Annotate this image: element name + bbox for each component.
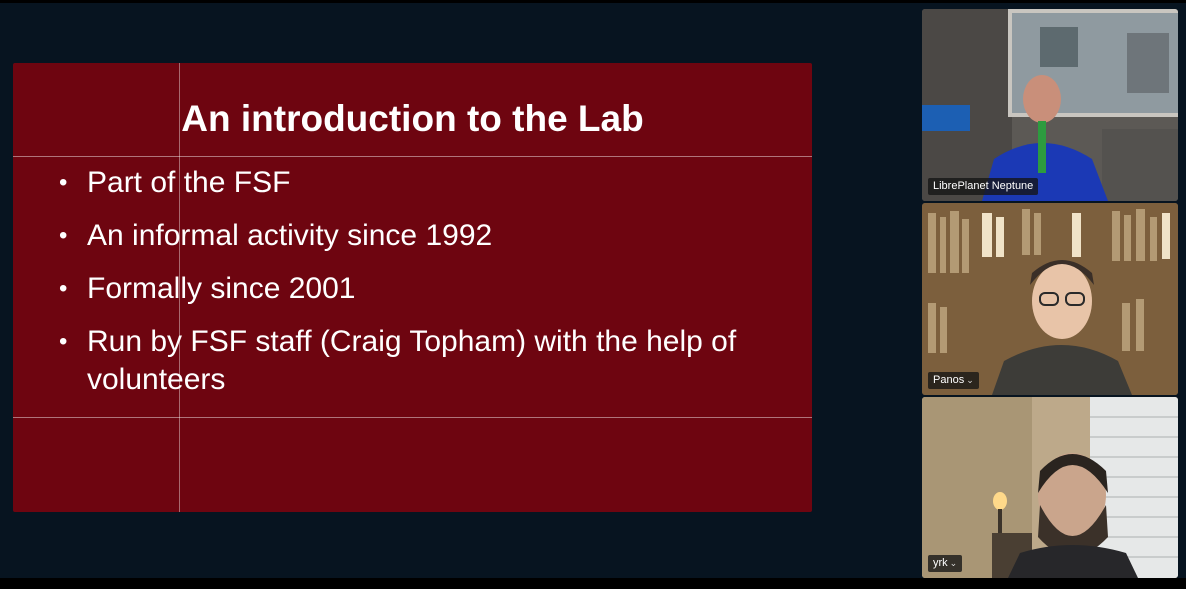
participant-video — [922, 9, 1178, 201]
bullet-text: Formally since 2001 — [87, 272, 356, 305]
bullet-text: An informal activity since 1992 — [87, 219, 493, 252]
bullet-text: Part of the FSF — [87, 166, 291, 199]
participant-name: LibrePlanet Neptune — [933, 180, 1034, 192]
window-bottom-bar — [0, 578, 1186, 589]
participant-name-tag: Panos ⌄ — [928, 372, 979, 389]
bullet-text: Run by FSF staff (Craig Topham) with the… — [87, 325, 737, 396]
shared-screen-slide: An introduction to the Lab • Part of the… — [13, 63, 812, 512]
chevron-down-icon[interactable]: ⌄ — [966, 375, 974, 385]
participant-video — [922, 203, 1178, 395]
window-top-edge — [0, 0, 1186, 3]
bullet-icon: • — [59, 275, 68, 302]
participant-video — [922, 397, 1178, 578]
participant-name: Panos — [933, 374, 965, 386]
participant-tile-librePlanet-neptune[interactable]: LibrePlanet Neptune — [922, 9, 1178, 201]
slide-bullet-list: • Part of the FSF • An informal activity… — [59, 164, 789, 414]
slide-guide-line-top — [13, 156, 812, 157]
slide-bullet: • An informal activity since 1992 — [59, 217, 789, 255]
bullet-icon: • — [59, 222, 68, 249]
slide-bullet: • Run by FSF staff (Craig Topham) with t… — [59, 323, 789, 399]
participant-name-tag: yrk ⌄ — [928, 555, 963, 572]
slide-title: An introduction to the Lab — [181, 98, 644, 139]
participant-name-tag: LibrePlanet Neptune — [928, 178, 1039, 195]
bullet-icon: • — [59, 169, 68, 196]
slide-bullet: • Part of the FSF — [59, 164, 789, 202]
slide-bullet: • Formally since 2001 — [59, 270, 789, 308]
participant-name: yrk — [933, 557, 948, 569]
participant-tile-panos[interactable]: Panos ⌄ — [922, 203, 1178, 395]
participant-tile-yrk[interactable]: yrk ⌄ — [922, 397, 1178, 578]
slide-guide-line-bottom — [13, 417, 812, 418]
bullet-icon: • — [59, 328, 68, 355]
chevron-down-icon[interactable]: ⌄ — [950, 558, 958, 568]
